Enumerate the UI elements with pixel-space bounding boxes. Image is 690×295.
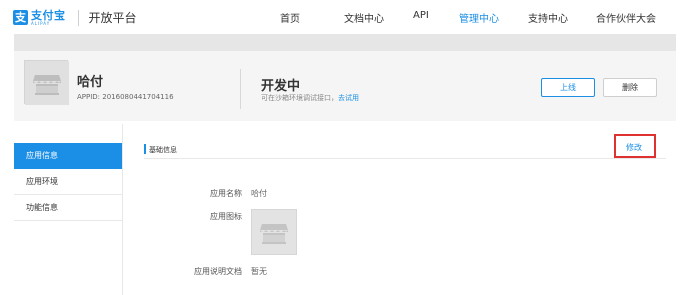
top-navbar: 支 支付宝 ALIPAY 开放平台 首页 文档中心 API 管理中心 支持中心 … bbox=[0, 0, 690, 34]
app-doc-label: 应用说明文档 bbox=[194, 267, 242, 276]
sidebar-divider bbox=[122, 124, 123, 295]
app-status: 开发中 bbox=[261, 79, 301, 94]
nav-api[interactable]: API bbox=[413, 10, 429, 21]
nav-management[interactable]: 管理中心 bbox=[459, 10, 499, 25]
header-band bbox=[14, 34, 676, 51]
main-nav: 首页 文档中心 API 管理中心 支持中心 合作伙伴大会 bbox=[0, 10, 690, 26]
sidebar-item-app-env[interactable]: 应用环境 bbox=[14, 169, 122, 195]
sidebar: 应用信息 应用环境 功能信息 bbox=[14, 143, 122, 221]
store-icon bbox=[252, 210, 296, 254]
app-name-label: 应用名称 bbox=[210, 189, 242, 198]
edit-link[interactable]: 修改 bbox=[626, 142, 642, 153]
delete-button[interactable]: 删除 bbox=[603, 78, 657, 97]
status-description: 可在沙箱环境调试接口，去试用 bbox=[261, 93, 359, 103]
nav-support[interactable]: 支持中心 bbox=[528, 10, 568, 25]
app-name: 哈付 bbox=[77, 75, 104, 90]
app-doc-value: 暂无 bbox=[251, 267, 267, 276]
sidebar-item-features[interactable]: 功能信息 bbox=[14, 195, 122, 221]
app-id: APPID: 2016080441704116 bbox=[77, 93, 174, 101]
section-title: 基础信息 bbox=[149, 146, 177, 154]
section-marker bbox=[144, 144, 146, 154]
section-divider bbox=[144, 158, 666, 159]
header-divider bbox=[240, 69, 241, 109]
store-icon bbox=[25, 61, 69, 105]
app-icon-preview bbox=[251, 209, 297, 255]
app-name-value: 哈付 bbox=[251, 189, 267, 198]
app-icon-label: 应用图标 bbox=[210, 212, 242, 221]
nav-partners[interactable]: 合作伙伴大会 bbox=[596, 10, 656, 25]
sidebar-item-app-info[interactable]: 应用信息 bbox=[14, 143, 122, 169]
app-thumbnail bbox=[24, 60, 69, 105]
nav-docs[interactable]: 文档中心 bbox=[344, 10, 384, 25]
app-header: 哈付 APPID: 2016080441704116 开发中 可在沙箱环境调试接… bbox=[14, 51, 676, 121]
status-desc-text: 可在沙箱环境调试接口， bbox=[261, 94, 338, 102]
try-sandbox-link[interactable]: 去试用 bbox=[338, 94, 359, 102]
go-online-button[interactable]: 上线 bbox=[541, 78, 595, 97]
nav-home[interactable]: 首页 bbox=[280, 10, 300, 25]
